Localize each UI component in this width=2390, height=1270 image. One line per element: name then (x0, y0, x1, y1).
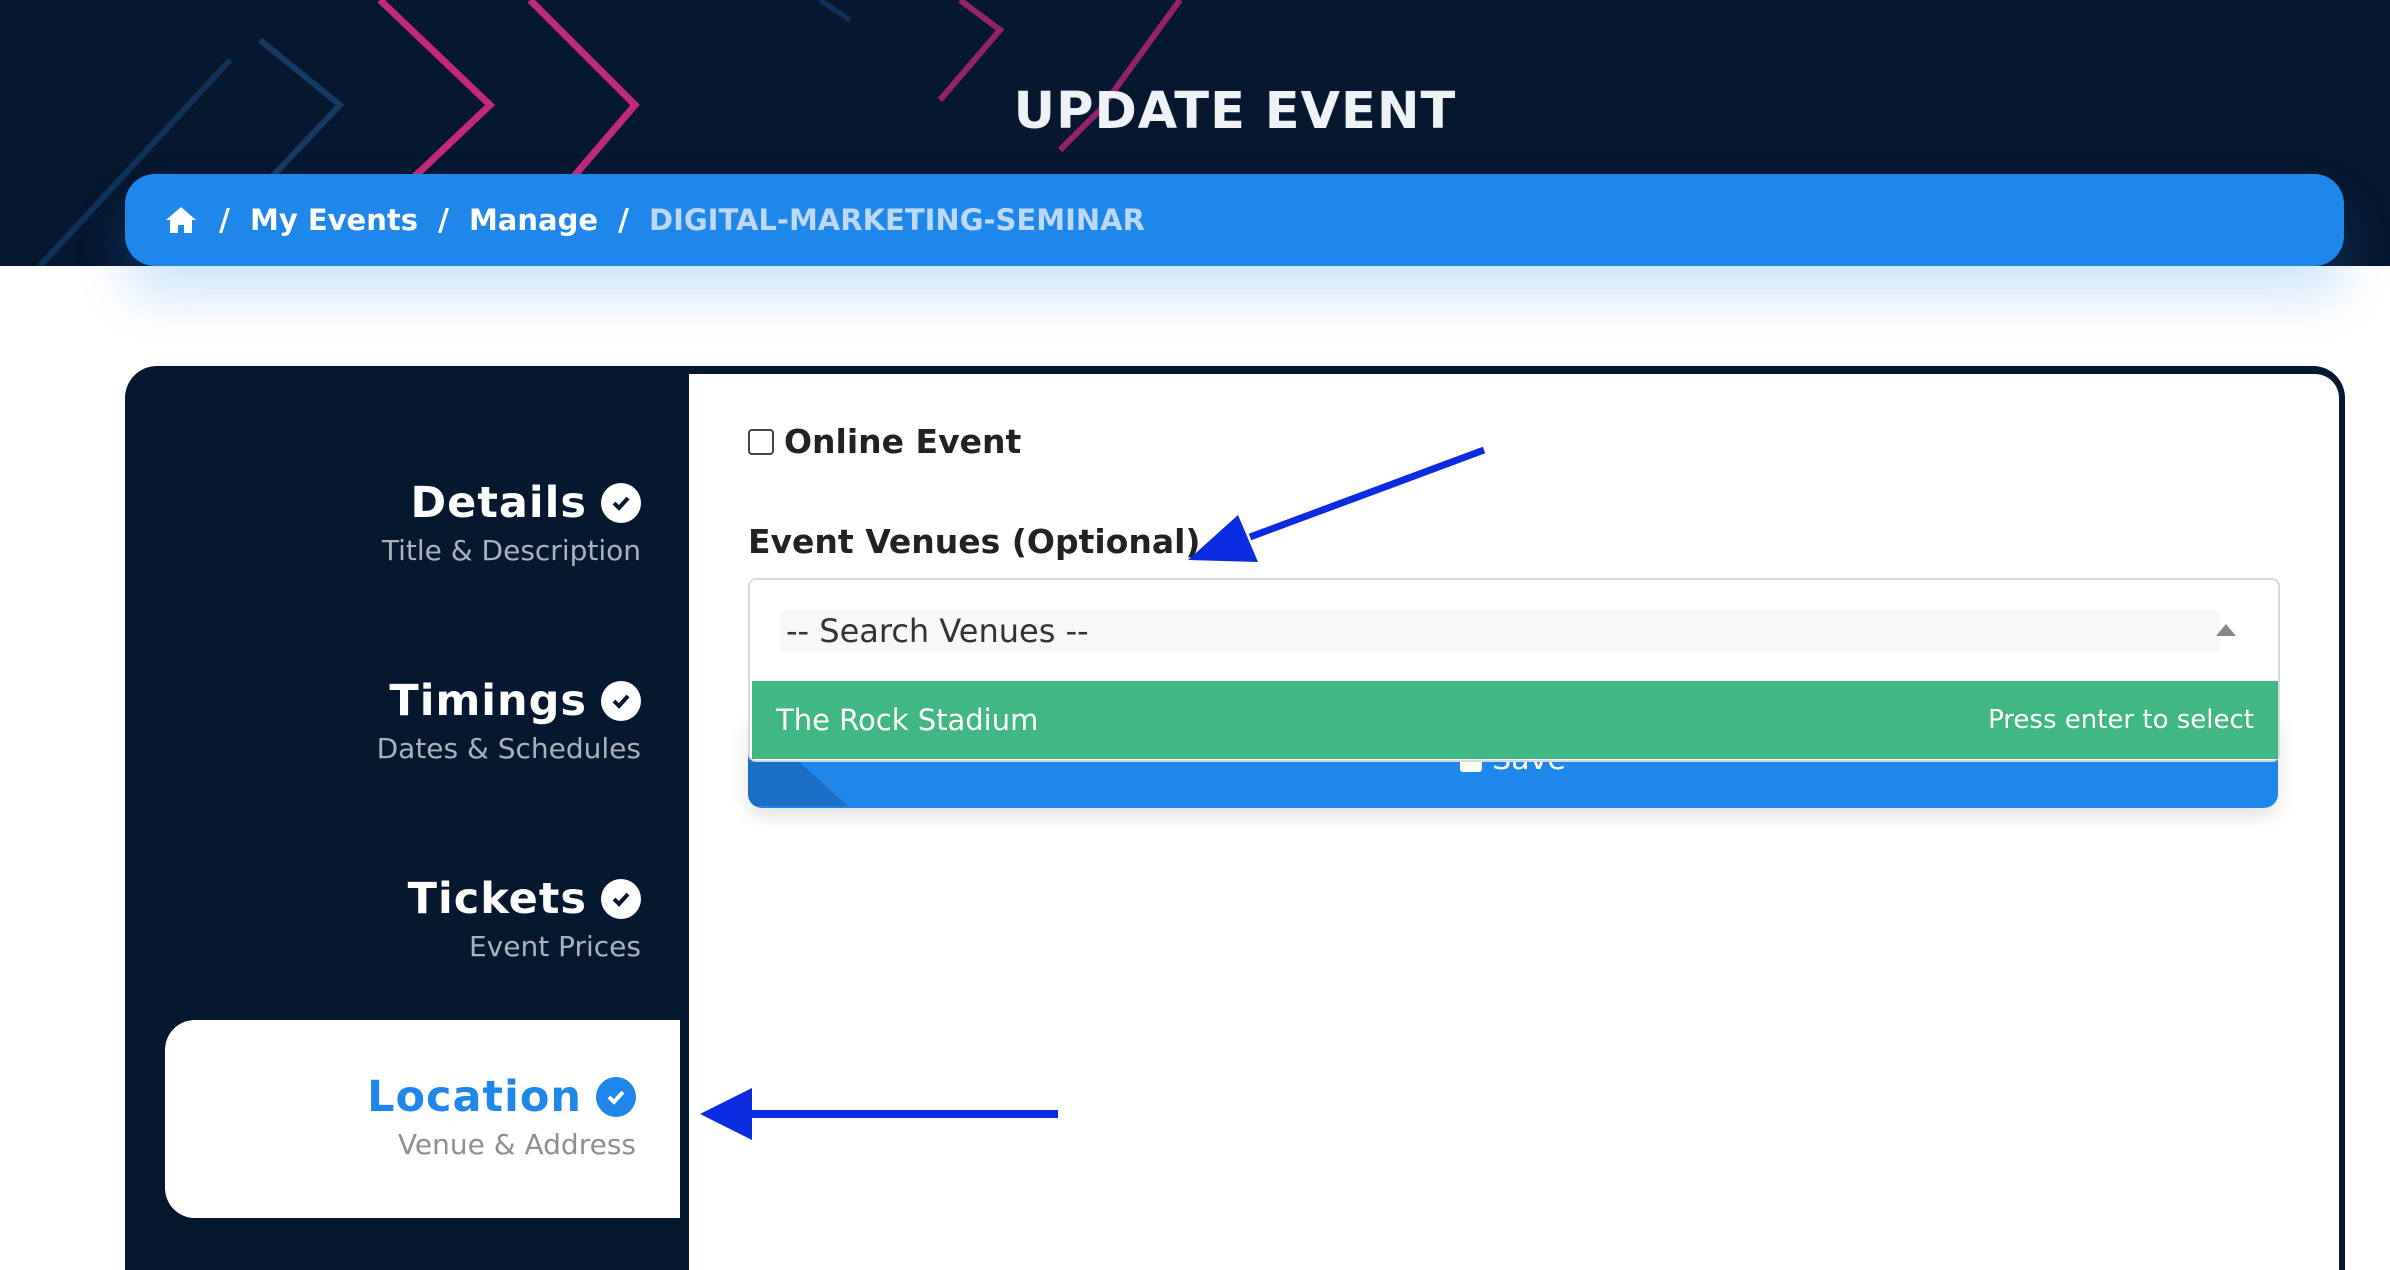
home-icon[interactable] (163, 202, 199, 238)
step-subtitle: Dates & Schedules (376, 732, 641, 765)
venue-search-input[interactable] (780, 610, 2220, 652)
caret-up-icon[interactable] (2216, 624, 2236, 636)
check-circle-icon (601, 879, 641, 919)
step-subtitle: Title & Description (381, 534, 641, 567)
online-event-checkbox-row[interactable]: Online Event (748, 422, 1021, 461)
sidebar-step-timings[interactable]: Timings Dates & Schedules (165, 676, 685, 765)
online-event-checkbox[interactable] (748, 428, 774, 455)
check-circle-icon (596, 1077, 636, 1117)
venue-search-wrapper (780, 610, 2220, 652)
breadcrumb: / My Events / Manage / DIGITAL-MARKETING… (125, 174, 2344, 266)
breadcrumb-my-events[interactable]: My Events (250, 203, 418, 237)
page: UPDATE EVENT / My Events / Manage / DIGI… (0, 0, 2390, 1270)
venue-option-hint: Press enter to select (1988, 705, 2254, 735)
event-venues-label: Event Venues (Optional) (748, 522, 1201, 561)
online-event-label: Online Event (784, 422, 1022, 461)
breadcrumb-current: DIGITAL-MARKETING-SEMINAR (649, 203, 1145, 237)
step-title: Location (367, 1072, 582, 1122)
step-title: Timings (389, 676, 587, 726)
breadcrumb-separator: / (219, 202, 230, 238)
card-content (689, 374, 2339, 1270)
breadcrumb-manage[interactable]: Manage (469, 203, 598, 237)
venue-option-name: The Rock Stadium (776, 703, 1039, 737)
sidebar-step-details[interactable]: Details Title & Description (165, 478, 685, 567)
step-title: Tickets (407, 874, 587, 924)
sidebar-step-location[interactable]: Location Venue & Address (165, 1020, 680, 1218)
check-circle-icon (601, 681, 641, 721)
step-subtitle: Venue & Address (397, 1128, 636, 1161)
breadcrumb-separator: / (437, 202, 449, 238)
page-title: UPDATE EVENT (1013, 82, 1457, 141)
breadcrumb-separator: / (618, 202, 629, 238)
step-title: Details (410, 478, 587, 528)
sidebar-step-tickets[interactable]: Tickets Event Prices (165, 874, 685, 963)
step-subtitle: Event Prices (468, 930, 641, 963)
check-circle-icon (601, 483, 641, 523)
venue-option[interactable]: The Rock Stadium Press enter to select (752, 681, 2278, 759)
venue-select[interactable]: The Rock Stadium Press enter to select (748, 578, 2280, 762)
